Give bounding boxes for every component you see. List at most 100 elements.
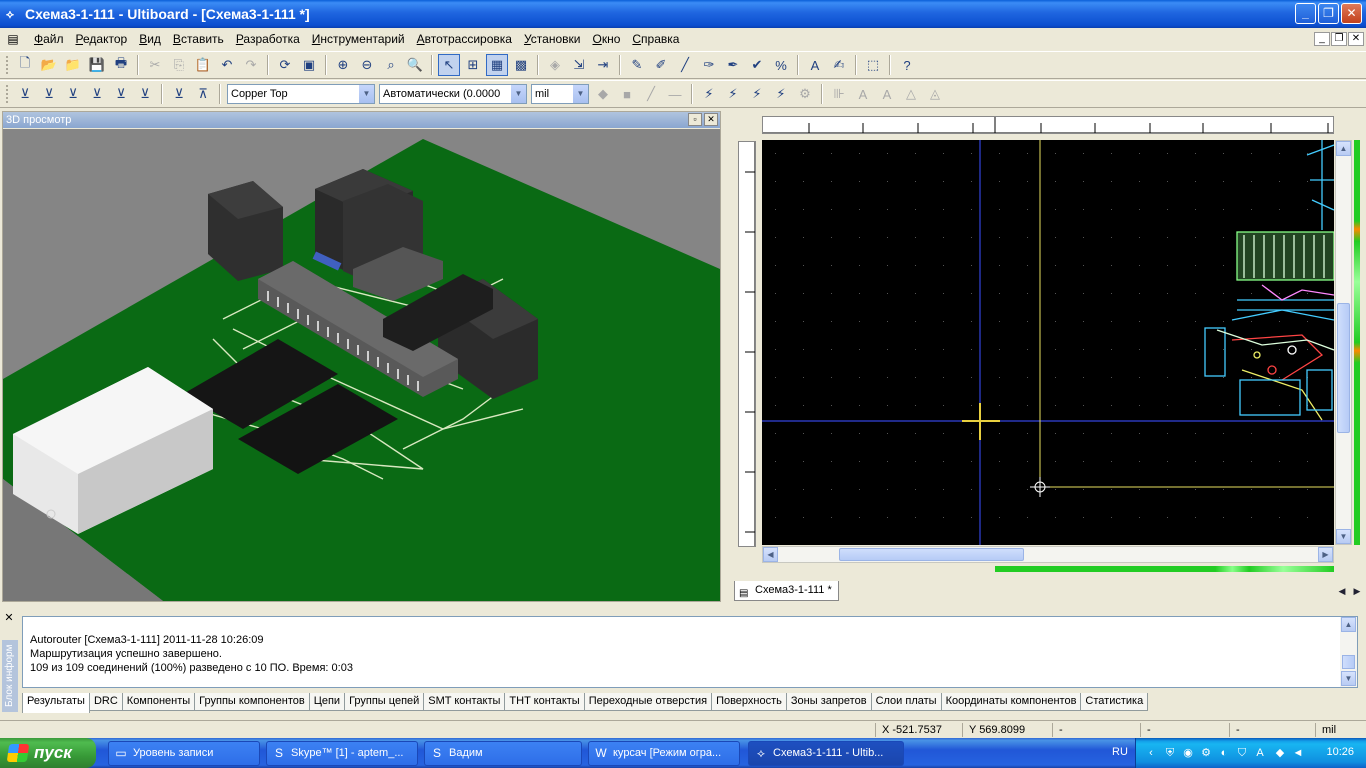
menu-view[interactable]: Вид	[133, 32, 167, 46]
units-select[interactable]: mil ▼	[531, 84, 589, 104]
autoroute-icon[interactable]: ⚡	[698, 83, 720, 105]
pen-icon[interactable]: ✎	[626, 54, 648, 76]
tab-component-coordinates[interactable]: Координаты компонентов	[940, 693, 1082, 711]
trace-width-select[interactable]: Автоматически (0.0000 ▼	[379, 84, 527, 104]
optimize-icon[interactable]: ⚡	[770, 83, 792, 105]
tab-smt-pads[interactable]: SMT контакты	[423, 693, 506, 711]
select-pointer-icon[interactable]: ↖	[438, 54, 460, 76]
menu-tools[interactable]: Инструментарий	[306, 32, 411, 46]
pin-icon[interactable]: ▫	[688, 113, 702, 126]
undo-icon[interactable]: ↶	[216, 54, 238, 76]
filter-parts-icon[interactable]: ⊻	[14, 83, 36, 105]
scroll-down-icon[interactable]: ▼	[1336, 529, 1351, 544]
norton-icon[interactable]: ◉	[1181, 746, 1195, 760]
shield-icon[interactable]: ⛨	[1163, 746, 1177, 760]
menu-options[interactable]: Установки	[518, 32, 587, 46]
trace-icon[interactable]: ✐	[650, 54, 672, 76]
filter-all-icon[interactable]: ⊼	[192, 83, 214, 105]
scroll-up-icon[interactable]: ▲	[1336, 141, 1351, 156]
tab-drc[interactable]: DRC	[88, 693, 123, 711]
mdi-minimize-button[interactable]: _	[1314, 32, 1330, 46]
new-file-icon[interactable]: 🗋	[14, 54, 36, 76]
menu-window[interactable]: Окно	[586, 32, 626, 46]
wireless-icon[interactable]: ◐	[1217, 746, 1231, 760]
scroll-thumb[interactable]	[1342, 655, 1355, 669]
pcb-canvas[interactable]	[762, 140, 1334, 545]
menu-file[interactable]: Файл	[28, 32, 70, 46]
chevron-down-icon[interactable]: ▼	[572, 85, 588, 103]
drc-check-icon[interactable]: ✔	[746, 54, 768, 76]
task-word-document[interactable]: W курсач [Режим огра...	[588, 741, 740, 766]
tab-nets[interactable]: Цепи	[308, 693, 346, 711]
title-bar[interactable]: ⟡ Схема3-1-111 - Ultiboard - [Схема3-1-1…	[0, 0, 1366, 28]
close-button[interactable]: ✕	[1341, 3, 1362, 24]
tab-statistics[interactable]: Статистика	[1080, 693, 1149, 711]
unroute-icon[interactable]: ⚡	[722, 83, 744, 105]
close-icon[interactable]: ✕	[2, 612, 16, 624]
place-icon[interactable]: ⇲	[568, 54, 590, 76]
tab-copper-areas[interactable]: Поверхность	[711, 693, 787, 711]
zoom-in-icon[interactable]: ⊕	[332, 54, 354, 76]
attribute-icon[interactable]: ✍	[828, 54, 850, 76]
3d-view-header[interactable]: 3D просмотр ▫ ✕	[3, 112, 720, 128]
tab-components[interactable]: Компоненты	[121, 693, 196, 711]
close-icon[interactable]: ✕	[704, 113, 718, 126]
log-scrollbar[interactable]: ▲ ▼	[1340, 617, 1357, 687]
chevron-down-icon[interactable]: ▼	[358, 85, 374, 103]
help-icon[interactable]: ?	[896, 54, 918, 76]
filter-labels-icon[interactable]: ⊻	[134, 83, 156, 105]
fullscreen-icon[interactable]: ▣	[298, 54, 320, 76]
tab-vias[interactable]: Переходные отверстия	[583, 693, 713, 711]
tab-board-layers[interactable]: Слои платы	[870, 693, 942, 711]
fill-icon[interactable]: ◆	[592, 83, 614, 105]
language-indicator[interactable]: RU	[1112, 746, 1128, 758]
line-style-icon[interactable]: ╱	[640, 83, 662, 105]
tab-component-groups[interactable]: Группы компонентов	[194, 693, 310, 711]
chevron-down-icon[interactable]: ▼	[510, 85, 526, 103]
scroll-up-icon[interactable]: ▲	[1341, 617, 1356, 632]
save-icon[interactable]: 💾	[86, 54, 108, 76]
scroll-thumb[interactable]	[839, 548, 1024, 561]
zoom-out-icon[interactable]: ⊖	[356, 54, 378, 76]
zoom-fit-icon[interactable]: ⌕	[380, 54, 402, 76]
scroll-down-icon[interactable]: ▼	[1341, 671, 1356, 686]
ultiboard-app-icon[interactable]: ⟡	[6, 8, 20, 20]
pcb-horizontal-scrollbar[interactable]: ◀ ▶	[762, 546, 1334, 563]
move-icon[interactable]: ⇥	[592, 54, 614, 76]
text-size-icon[interactable]: A	[852, 83, 874, 105]
hierarchy-icon[interactable]: ⊞	[462, 54, 484, 76]
paste-icon[interactable]: 📋	[192, 54, 214, 76]
scroll-left-icon[interactable]: ◀	[763, 547, 778, 562]
maximize-button[interactable]: ❐	[1318, 3, 1339, 24]
redo-icon[interactable]: ↷	[240, 54, 262, 76]
task-skype[interactable]: S Skype™ [1] - aptem_...	[266, 741, 418, 766]
scroll-thumb[interactable]	[1337, 303, 1350, 433]
menu-design[interactable]: Разработка	[230, 32, 306, 46]
layer-select[interactable]: Copper Top ▼	[227, 84, 375, 104]
grid-icon[interactable]: ▦	[486, 54, 508, 76]
document-icon[interactable]: ▤	[6, 32, 20, 46]
clock[interactable]: 10:26	[1326, 746, 1354, 758]
tab-prev-icon[interactable]: ◀	[1335, 584, 1349, 598]
ati-icon[interactable]: A	[1253, 746, 1267, 760]
start-button[interactable]: пуск	[0, 738, 96, 768]
bluetooth-icon[interactable]: ◆	[1273, 746, 1287, 760]
refresh-icon[interactable]: ⟳	[274, 54, 296, 76]
task-ultiboard[interactable]: ⟡ Схема3-1-111 - Ultib...	[748, 741, 904, 766]
tab-net-groups[interactable]: Группы цепей	[344, 693, 425, 711]
antivirus-icon[interactable]: ⛉	[1235, 746, 1249, 760]
network-icon[interactable]: ⚙	[1199, 746, 1213, 760]
tab-schema3-1-111[interactable]: ▤ Схема3-1-111 *	[734, 581, 839, 601]
copy-icon[interactable]: ⎘	[168, 54, 190, 76]
filter-text-icon[interactable]: ⊻	[168, 83, 190, 105]
minimize-button[interactable]: _	[1295, 3, 1316, 24]
tray-expand-icon[interactable]: ‹	[1144, 746, 1158, 760]
align-icon[interactable]: ⊪	[828, 83, 850, 105]
task-recording-level[interactable]: ▭ Уровень записи	[108, 741, 260, 766]
task-vadim[interactable]: S Вадим	[424, 741, 582, 766]
menu-insert[interactable]: Вставить	[167, 32, 230, 46]
menu-autoroute[interactable]: Автотрассировка	[411, 32, 518, 46]
route-net-icon[interactable]: ⚡	[746, 83, 768, 105]
text-icon[interactable]: A	[804, 54, 826, 76]
chip-icon[interactable]: ▩	[510, 54, 532, 76]
